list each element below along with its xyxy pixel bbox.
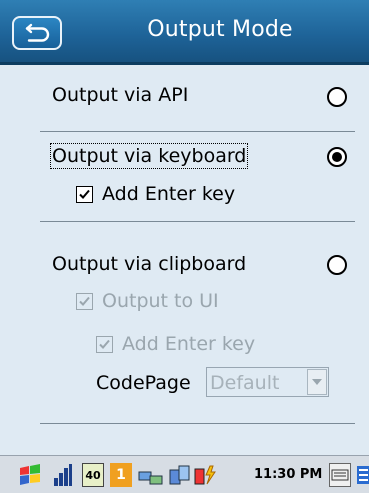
divider bbox=[40, 423, 355, 424]
output-via-api-label: Output via API bbox=[52, 84, 189, 106]
signal-bars-icon[interactable] bbox=[54, 463, 72, 487]
back-button[interactable] bbox=[12, 16, 62, 50]
number-badge-icon[interactable]: 1 bbox=[110, 463, 132, 487]
checkmark-icon bbox=[99, 339, 110, 349]
sync-icon[interactable] bbox=[168, 463, 192, 487]
app-icon[interactable] bbox=[356, 463, 369, 487]
keyboard-icon[interactable] bbox=[329, 463, 351, 487]
number-badge: 1 bbox=[116, 467, 126, 483]
clock[interactable]: 11:30 PM bbox=[254, 467, 322, 482]
output-via-api-radio[interactable] bbox=[327, 87, 347, 107]
page-title: Output Mode bbox=[147, 17, 293, 42]
windows-start-icon[interactable] bbox=[18, 463, 42, 487]
clipboard-add-enter-checkbox bbox=[96, 335, 113, 353]
dropdown-arrow-icon[interactable] bbox=[307, 369, 327, 395]
checkmark-icon bbox=[79, 296, 90, 306]
clipboard-output-ui-checkbox bbox=[76, 292, 93, 310]
taskbar: 40 1 11:30 PM bbox=[0, 455, 369, 493]
battery-icon[interactable]: 40 bbox=[82, 463, 104, 487]
output-via-keyboard-label: Output via keyboard bbox=[49, 143, 249, 169]
power-status-icon[interactable] bbox=[194, 463, 218, 487]
clipboard-output-ui-label: Output to UI bbox=[102, 290, 219, 312]
battery-badge: 40 bbox=[85, 468, 101, 482]
divider bbox=[40, 221, 355, 222]
output-via-clipboard-label: Output via clipboard bbox=[52, 253, 247, 275]
settings-panel: Output via API Output via keyboard Add E… bbox=[0, 65, 369, 455]
divider bbox=[40, 131, 355, 132]
network-icon[interactable] bbox=[138, 463, 164, 487]
codepage-value: Default bbox=[210, 372, 280, 394]
codepage-label: CodePage bbox=[96, 372, 191, 394]
title-bar: Output Mode bbox=[0, 0, 369, 65]
clipboard-add-enter-row: Add Enter key bbox=[96, 333, 255, 355]
keyboard-add-enter-label: Add Enter key bbox=[102, 183, 236, 205]
keyboard-add-enter-row[interactable]: Add Enter key bbox=[76, 183, 235, 205]
checkmark-icon bbox=[79, 189, 90, 199]
clipboard-output-ui-row: Output to UI bbox=[76, 290, 219, 312]
codepage-select[interactable]: Default bbox=[206, 367, 329, 397]
clipboard-add-enter-label: Add Enter key bbox=[122, 333, 256, 355]
output-via-clipboard-radio[interactable] bbox=[327, 255, 347, 275]
output-via-keyboard-radio[interactable] bbox=[327, 147, 347, 167]
back-arrow-icon bbox=[25, 23, 50, 42]
keyboard-add-enter-checkbox[interactable] bbox=[76, 185, 93, 203]
